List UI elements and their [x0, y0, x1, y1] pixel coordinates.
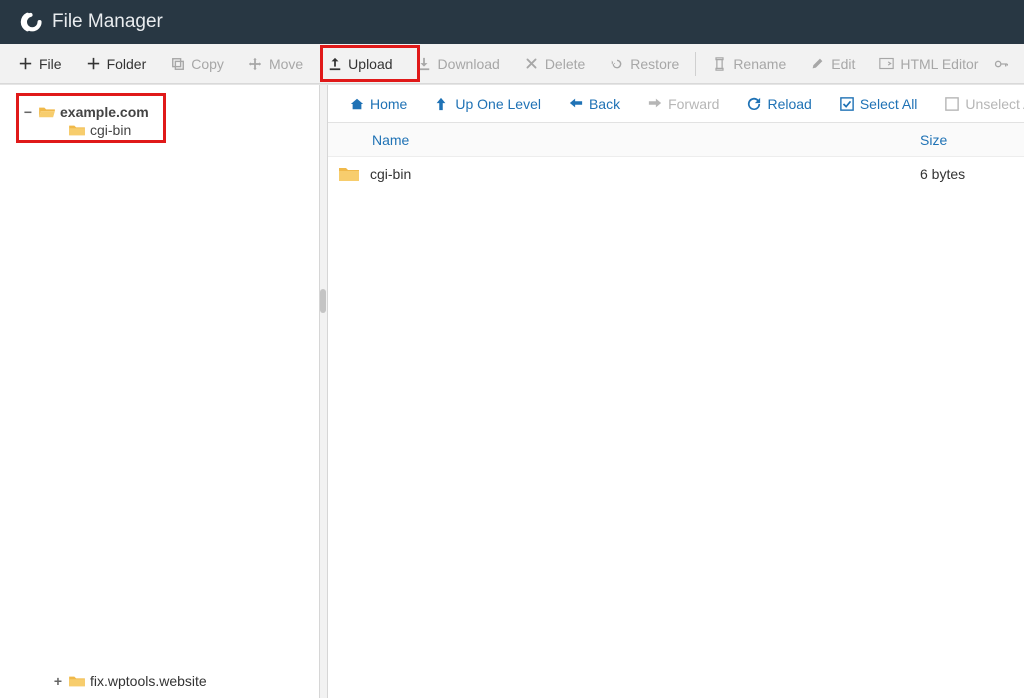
app-header: File Manager — [0, 0, 1024, 44]
app-title: File Manager — [52, 11, 163, 33]
new-folder-button[interactable]: Folder — [74, 50, 159, 78]
folder-icon — [68, 123, 86, 137]
forward-arrow-icon — [648, 97, 662, 111]
up-one-level-button[interactable]: Up One Level — [423, 89, 553, 119]
button-label: Copy — [191, 56, 224, 72]
upload-button[interactable]: Upload — [315, 50, 404, 78]
move-icon — [248, 56, 263, 71]
expand-icon[interactable]: + — [52, 673, 64, 689]
plus-icon — [86, 56, 101, 71]
file-row[interactable]: cgi-bin 6 bytes — [328, 157, 1024, 191]
button-label: Folder — [107, 56, 147, 72]
plus-icon — [18, 56, 33, 71]
main-toolbar: File Folder Copy Move Upload Download — [0, 44, 1024, 84]
nav-label: Up One Level — [455, 96, 541, 112]
tree-node[interactable]: + fix.wptools.website — [52, 672, 207, 690]
nav-label: Forward — [668, 96, 719, 112]
rename-icon — [712, 56, 727, 71]
restore-icon — [609, 56, 624, 71]
checkbox-empty-icon — [945, 97, 959, 111]
key-icon — [994, 56, 1009, 71]
folder-tree: − example.com cgi-bin — [22, 103, 327, 139]
tree-node-root[interactable]: − example.com — [22, 103, 327, 121]
tree-bottom-nodes: + fix.wptools.website — [52, 672, 207, 690]
home-button[interactable]: Home — [338, 89, 419, 119]
button-label: Upload — [348, 56, 392, 72]
file-size: 6 bytes — [920, 166, 1010, 182]
unselect-all-button[interactable]: Unselect All — [933, 89, 1024, 119]
scrollbar-thumb[interactable] — [320, 289, 326, 313]
download-button[interactable]: Download — [405, 50, 512, 78]
nav-label: Select All — [860, 96, 918, 112]
folder-tree-panel: − example.com cgi-bin — [0, 85, 328, 698]
restore-button[interactable]: Restore — [597, 50, 691, 78]
vertical-splitter[interactable] — [319, 85, 327, 698]
nav-label: Reload — [767, 96, 811, 112]
nav-label: Back — [589, 96, 620, 112]
tree-node-label[interactable]: cgi-bin — [90, 122, 131, 138]
html-editor-icon — [879, 56, 894, 71]
reload-button[interactable]: Reload — [735, 89, 823, 119]
column-header-name[interactable]: Name — [364, 132, 920, 148]
button-label: Edit — [831, 56, 855, 72]
main-area: − example.com cgi-bin — [0, 84, 1024, 698]
home-icon — [350, 97, 364, 111]
column-header-size[interactable]: Size — [920, 132, 1010, 148]
edit-button[interactable]: Edit — [798, 50, 867, 78]
reload-icon — [747, 97, 761, 111]
up-arrow-icon — [435, 97, 449, 111]
download-icon — [417, 56, 432, 71]
forward-button[interactable]: Forward — [636, 89, 731, 119]
back-button[interactable]: Back — [557, 89, 632, 119]
button-label: Restore — [630, 56, 679, 72]
toolbar-separator — [695, 52, 696, 76]
logo-wrap: File Manager — [16, 9, 163, 35]
copy-icon — [170, 56, 185, 71]
more-button[interactable] — [990, 50, 1013, 77]
select-all-button[interactable]: Select All — [828, 89, 930, 119]
button-label: Rename — [733, 56, 786, 72]
tree-node-label[interactable]: example.com — [60, 104, 149, 120]
button-label: Delete — [545, 56, 585, 72]
file-name: cgi-bin — [370, 166, 411, 182]
rename-button[interactable]: Rename — [700, 50, 798, 78]
html-editor-button[interactable]: HTML Editor — [867, 50, 990, 78]
move-button[interactable]: Move — [236, 50, 315, 78]
collapse-icon[interactable]: − — [22, 104, 34, 120]
content-panel: Home Up One Level Back Forward — [328, 85, 1024, 698]
new-file-button[interactable]: File — [6, 50, 74, 78]
back-arrow-icon — [569, 97, 583, 111]
folder-icon — [68, 674, 86, 688]
pencil-icon — [810, 56, 825, 71]
button-label: HTML Editor — [900, 56, 978, 72]
navigation-bar: Home Up One Level Back Forward — [328, 85, 1024, 123]
cpanel-logo-icon — [16, 9, 42, 35]
button-label: Download — [438, 56, 500, 72]
folder-open-icon — [38, 105, 56, 119]
nav-label: Unselect All — [965, 96, 1024, 112]
button-label: File — [39, 56, 62, 72]
file-grid: Name Size cgi-bin 6 bytes — [328, 123, 1024, 698]
copy-button[interactable]: Copy — [158, 50, 236, 78]
delete-button[interactable]: Delete — [512, 50, 597, 78]
nav-label: Home — [370, 96, 407, 112]
tree-node-child[interactable]: cgi-bin — [52, 121, 327, 139]
delete-icon — [524, 56, 539, 71]
upload-icon — [327, 56, 342, 71]
button-label: Move — [269, 56, 303, 72]
grid-header: Name Size — [328, 123, 1024, 157]
folder-icon — [338, 165, 360, 183]
tree-node-label[interactable]: fix.wptools.website — [90, 673, 207, 689]
checkbox-checked-icon — [840, 97, 854, 111]
